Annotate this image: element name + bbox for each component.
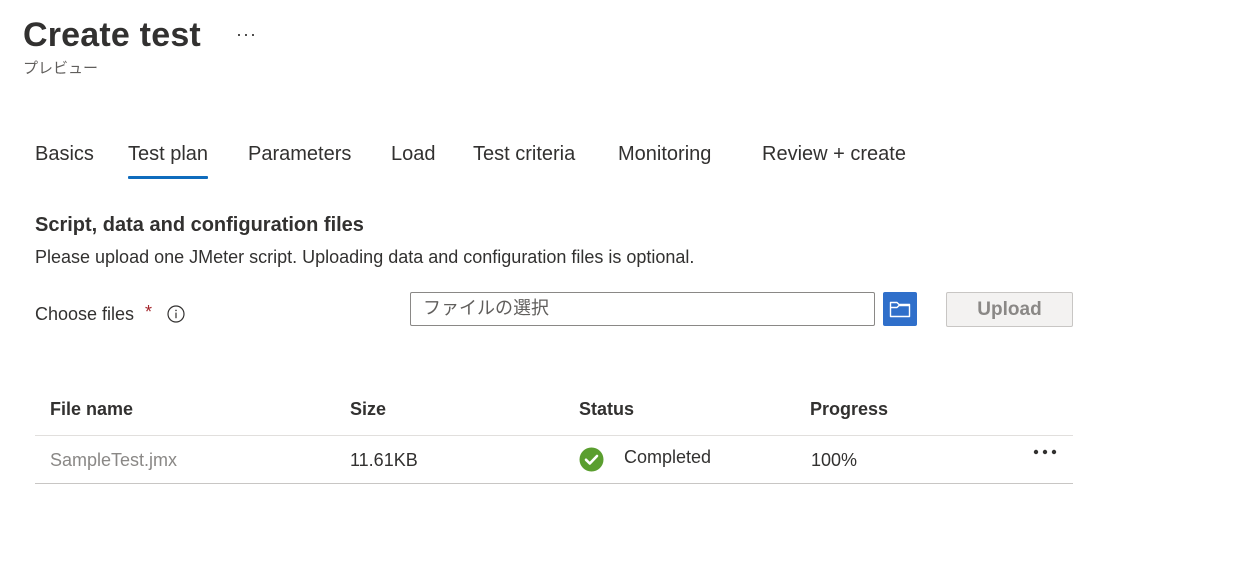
column-header-file-name: File name bbox=[50, 399, 134, 419]
file-name-cell: SampleTest.jmx bbox=[50, 450, 178, 470]
status-text-cell: Completed bbox=[624, 447, 712, 467]
file-select-input[interactable]: ファイルの選択 bbox=[410, 292, 875, 326]
file-size-cell: 11.61KB bbox=[350, 450, 418, 470]
info-icon[interactable] bbox=[167, 305, 185, 323]
tab-monitoring[interactable]: Monitoring bbox=[618, 140, 711, 180]
required-marker: * bbox=[145, 302, 153, 322]
check-circle-icon bbox=[579, 447, 604, 472]
column-header-progress: Progress bbox=[810, 399, 889, 419]
tab-test-criteria[interactable]: Test criteria bbox=[473, 140, 575, 180]
column-header-size: Size bbox=[350, 399, 387, 419]
section-title: Script, data and configuration files bbox=[35, 214, 364, 236]
title-more-button[interactable]: ··· bbox=[236, 22, 257, 46]
tab-basics[interactable]: Basics bbox=[35, 140, 94, 180]
browse-button[interactable] bbox=[883, 292, 917, 326]
page-title: Create test bbox=[23, 16, 201, 54]
upload-button[interactable]: Upload bbox=[946, 292, 1073, 327]
row-divider bbox=[35, 483, 1073, 484]
tab-review-create[interactable]: Review + create bbox=[762, 140, 906, 180]
progress-cell: 100% bbox=[811, 450, 858, 470]
section-description: Please upload one JMeter script. Uploadi… bbox=[35, 247, 695, 267]
choose-files-label: Choose files bbox=[35, 304, 135, 324]
more-icon[interactable] bbox=[1032, 440, 1062, 464]
page-subtitle: プレビュー bbox=[23, 60, 99, 77]
column-header-status: Status bbox=[579, 399, 635, 419]
tab-test-plan[interactable]: Test plan bbox=[128, 140, 209, 180]
folder-icon bbox=[889, 301, 911, 318]
tab-parameters[interactable]: Parameters bbox=[248, 140, 351, 180]
tab-load[interactable]: Load bbox=[391, 140, 436, 180]
table-row: SampleTest.jmx 11.61KB Completed 100% bbox=[35, 436, 1073, 484]
